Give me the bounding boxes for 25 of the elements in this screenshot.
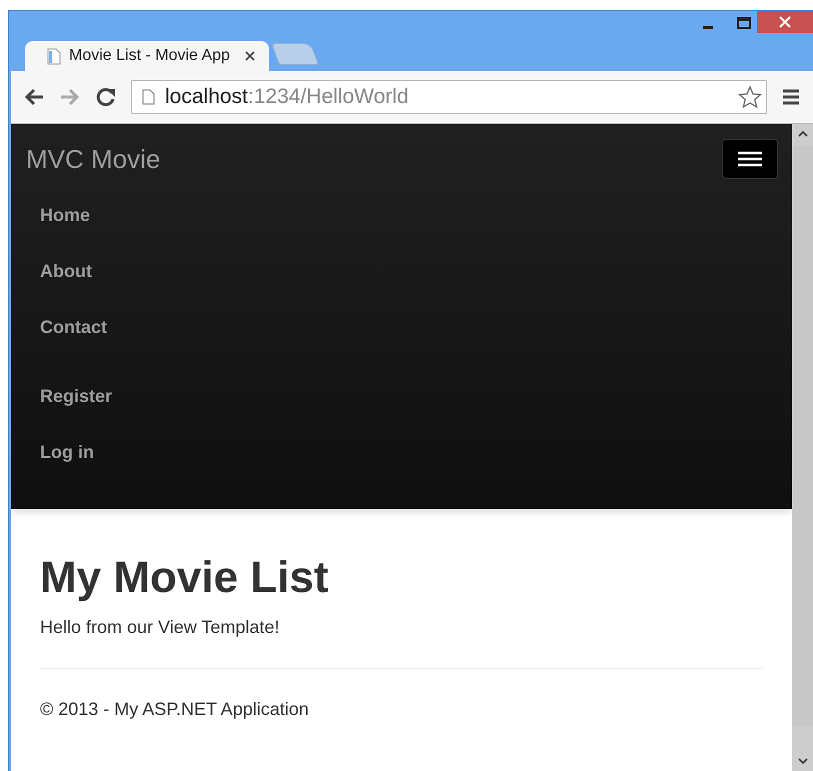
- menu-icon: [737, 150, 763, 168]
- nav-link[interactable]: Log in: [40, 431, 764, 487]
- close-icon[interactable]: [245, 51, 255, 61]
- nav-link[interactable]: Contact: [40, 306, 764, 362]
- menu-toggle-button[interactable]: [722, 139, 778, 179]
- url-text: localhost:1234/HelloWorld: [165, 85, 410, 109]
- nav-link[interactable]: Register: [40, 375, 764, 431]
- menu-icon[interactable]: [781, 88, 801, 106]
- page-heading: My Movie List: [40, 553, 330, 603]
- close-icon[interactable]: [757, 11, 813, 33]
- scroll-up-icon[interactable]: [798, 130, 808, 138]
- tab-title: Movie List - Movie App: [69, 47, 231, 65]
- scroll-down-icon[interactable]: [798, 757, 808, 765]
- nav-link[interactable]: About: [40, 250, 764, 306]
- footer-text: © 2013 - My ASP.NET Application: [40, 699, 310, 720]
- reload-icon[interactable]: [95, 86, 117, 108]
- body-text: Hello from our View Template!: [40, 617, 280, 638]
- browser-tab[interactable]: Movie List - Movie App: [25, 41, 269, 71]
- back-icon[interactable]: [23, 87, 45, 107]
- nav-link[interactable]: Home: [40, 194, 764, 250]
- page-icon: [47, 48, 61, 64]
- page-icon: [142, 89, 155, 105]
- address-bar[interactable]: localhost:1234/HelloWorld: [131, 80, 767, 114]
- star-icon[interactable]: [738, 85, 762, 109]
- brand-link[interactable]: MVC Movie: [26, 144, 160, 174]
